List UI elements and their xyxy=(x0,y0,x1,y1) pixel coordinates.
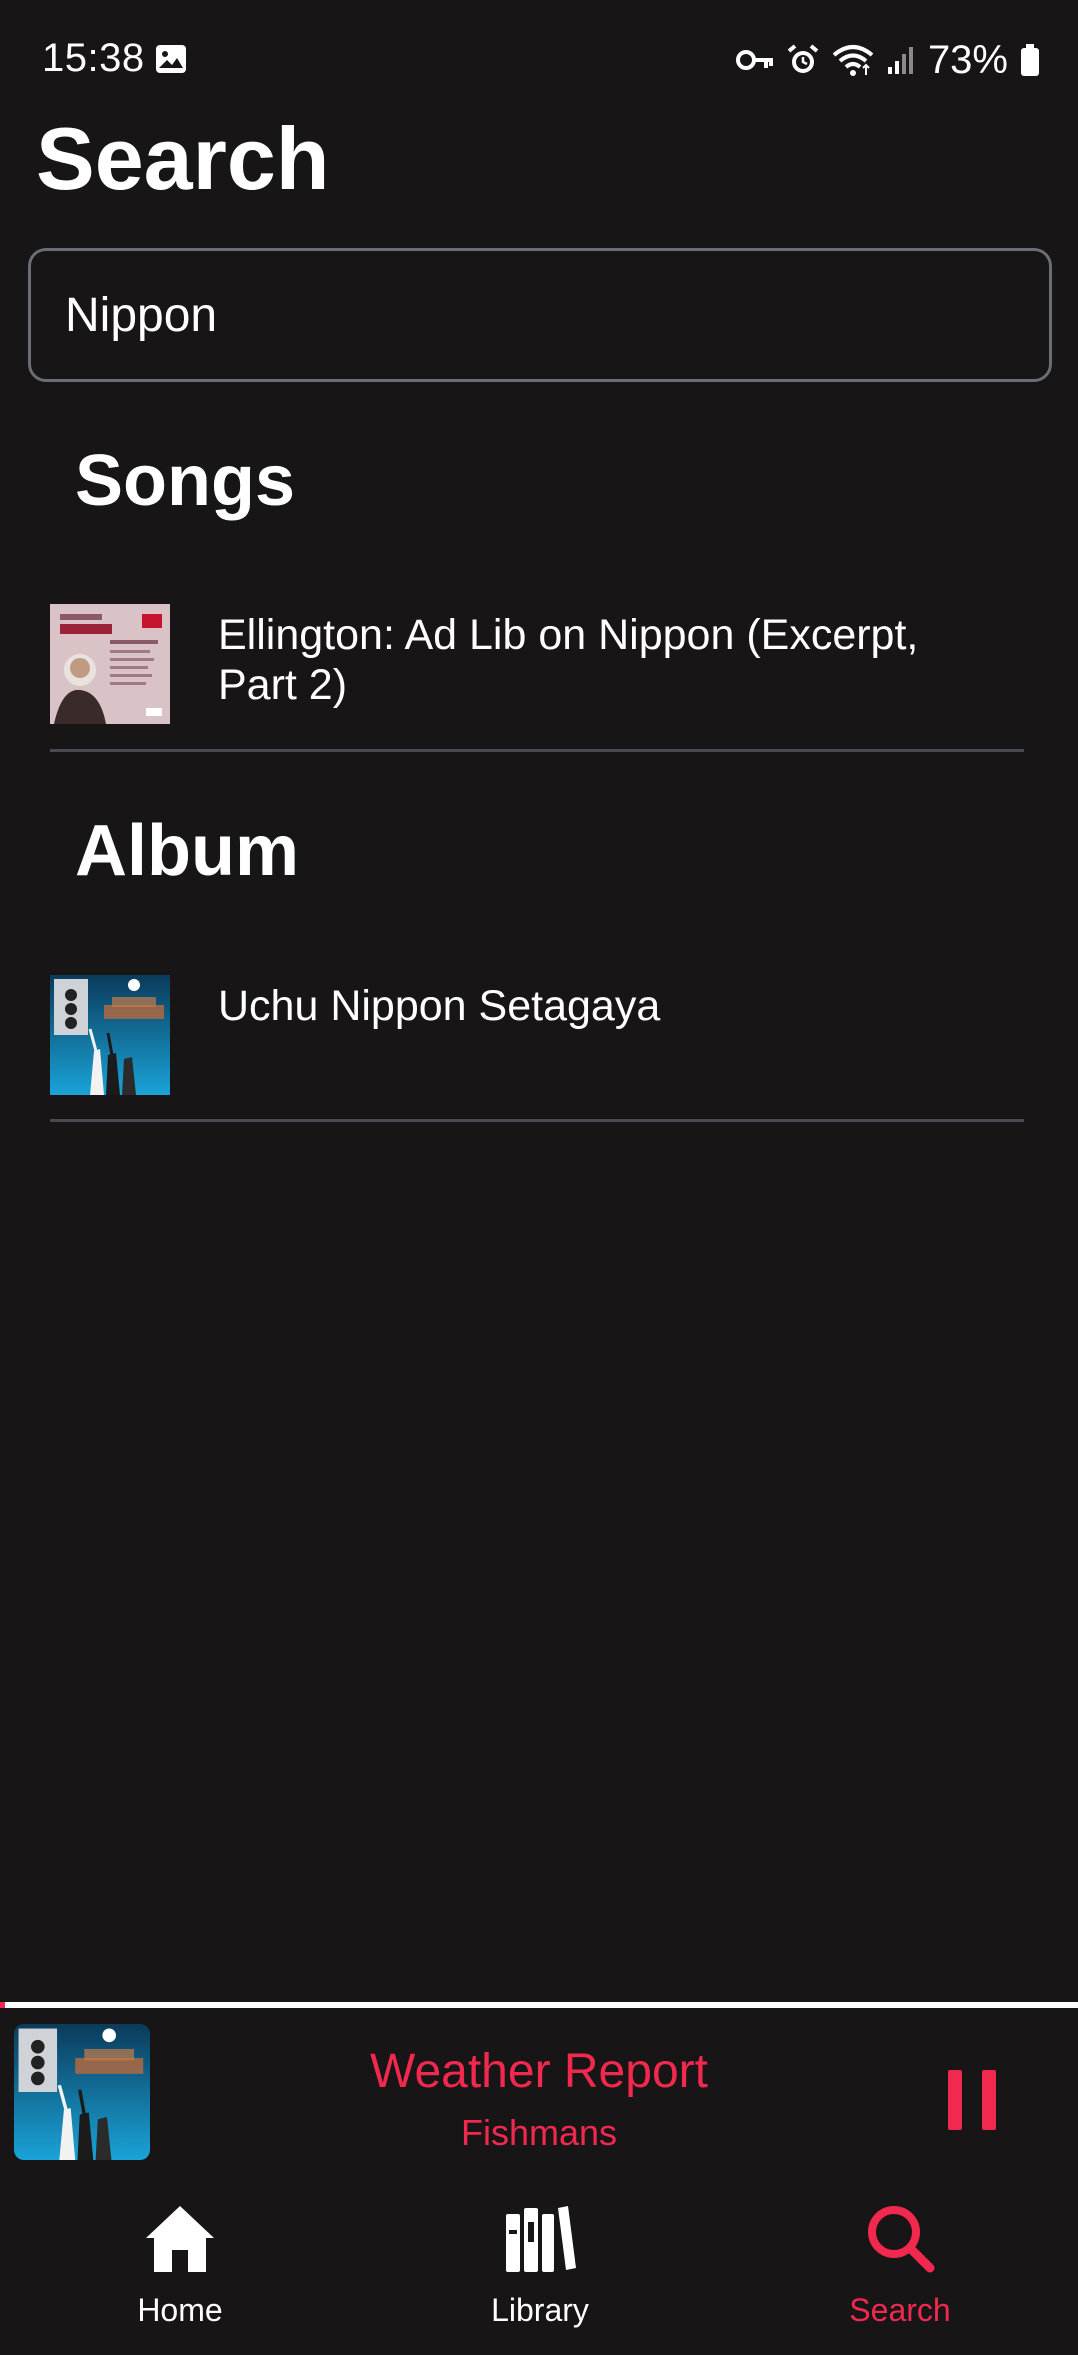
tab-library-label: Library xyxy=(491,2292,589,2328)
battery-icon xyxy=(1021,44,1039,76)
search-screen: 15:38 73% Search Nippon Songs Ellington:… xyxy=(0,0,1078,2355)
alarm-icon xyxy=(787,44,819,73)
now-playing-artist: Fishmans xyxy=(460,2112,618,2153)
status-icons: 73% xyxy=(735,36,1040,84)
search-icon xyxy=(868,2206,935,2273)
album-title: Uchu Nippon Setagaya xyxy=(218,982,661,1030)
vpn-key-icon xyxy=(735,50,773,70)
wifi-icon xyxy=(832,45,874,76)
page-title: Search xyxy=(36,109,330,208)
library-icon xyxy=(506,2206,576,2272)
pause-icon[interactable] xyxy=(946,2068,998,2132)
tab-search-label: Search xyxy=(849,2292,951,2328)
now-playing-title: Weather Report xyxy=(370,2045,708,2098)
now-playing-bar[interactable]: Weather Report Fishmans xyxy=(0,2008,1078,2178)
song-album-art xyxy=(50,604,170,724)
divider xyxy=(50,1119,1024,1122)
album-heading: Album xyxy=(75,811,299,891)
tab-search[interactable]: Search xyxy=(800,2180,1000,2355)
song-title: Ellington: Ad Lib on Nippon (Excerpt, Pa… xyxy=(218,611,919,709)
status-bar: 15:38 73% xyxy=(0,0,1078,120)
tab-bar: Home Library Search xyxy=(0,2180,1078,2355)
song-result-row[interactable]: Ellington: Ad Lib on Nippon (Excerpt, Pa… xyxy=(50,604,1024,748)
home-icon xyxy=(146,2206,214,2272)
album-result-row[interactable]: Uchu Nippon Setagaya xyxy=(50,975,1024,1119)
divider xyxy=(50,749,1024,752)
search-field[interactable] xyxy=(28,248,1052,382)
battery-percent: 73% xyxy=(927,37,1008,82)
songs-heading: Songs xyxy=(75,441,296,521)
status-time: 15:38 xyxy=(42,36,145,80)
tab-home-label: Home xyxy=(137,2292,223,2328)
search-input[interactable] xyxy=(31,251,1049,379)
gallery-notification-icon xyxy=(156,45,186,73)
tab-home[interactable]: Home xyxy=(80,2180,280,2355)
tab-library[interactable]: Library xyxy=(440,2180,640,2355)
album-art xyxy=(50,975,170,1095)
signal-icon xyxy=(887,47,913,74)
